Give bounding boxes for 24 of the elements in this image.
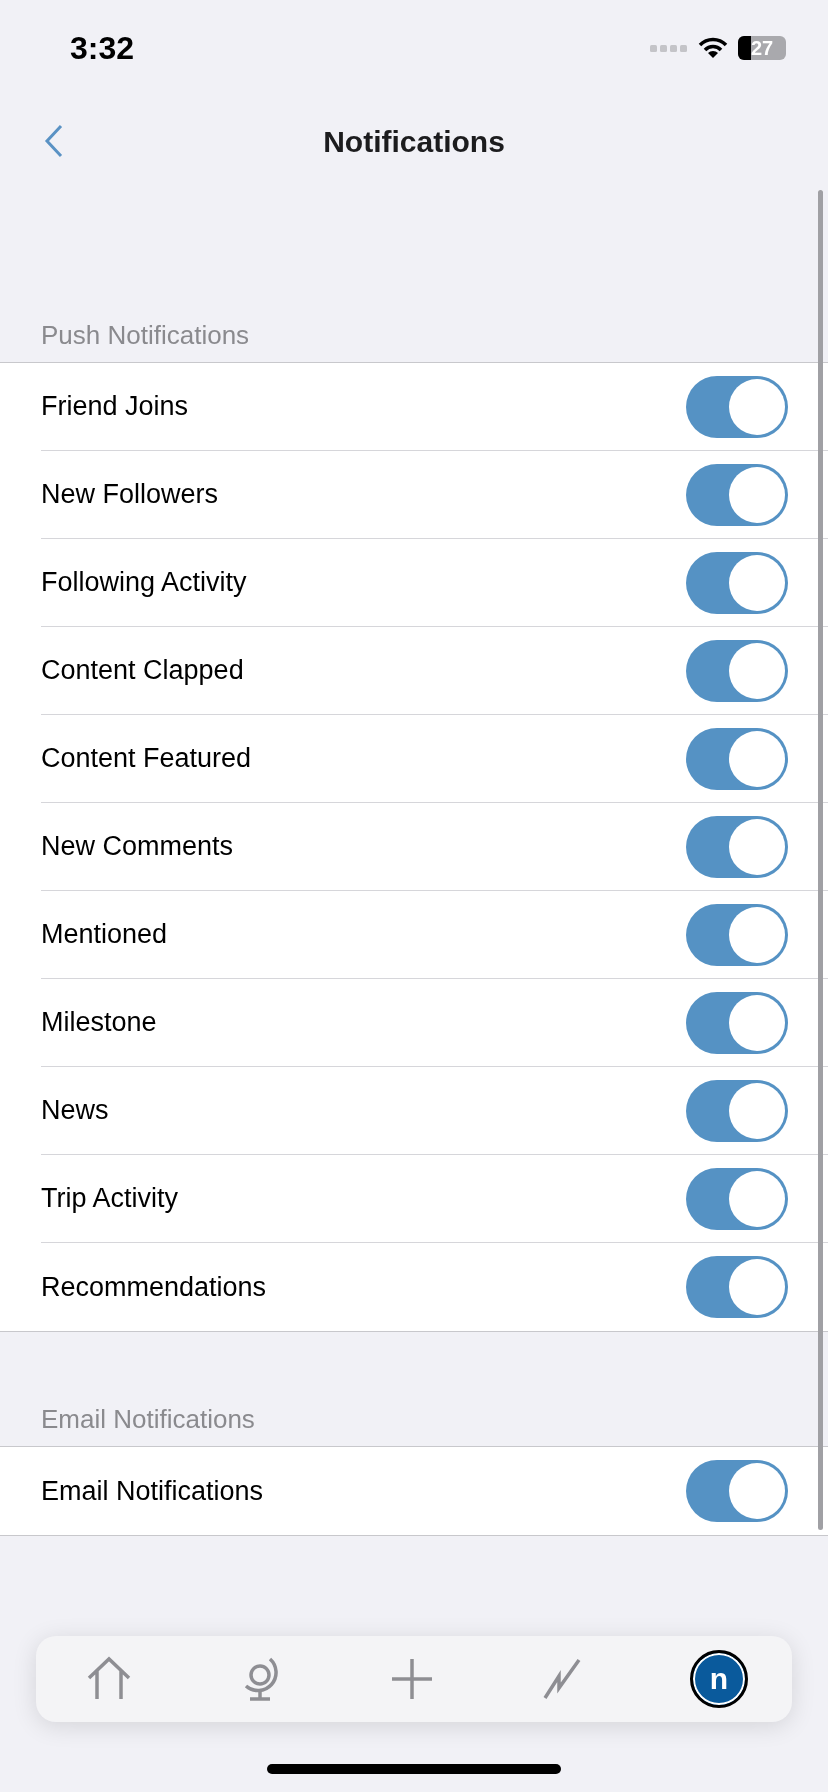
home-icon[interactable] <box>86 1656 132 1702</box>
back-button[interactable] <box>44 124 64 158</box>
status-time: 3:32 <box>70 29 135 67</box>
signal-icon <box>650 43 688 53</box>
profile-avatar[interactable]: n <box>690 1650 748 1708</box>
setting-label: Milestone <box>41 1007 157 1038</box>
setting-label: Friend Joins <box>41 391 189 422</box>
setting-label: Content Clapped <box>41 655 244 686</box>
setting-label: Mentioned <box>41 919 168 950</box>
section-header: Push Notifications <box>40 320 251 352</box>
setting-label: Recommendations <box>41 1271 267 1303</box>
setting-label: Email Notifications <box>41 1475 264 1507</box>
section-header: Email Notifications <box>40 1404 256 1436</box>
activity-icon[interactable] <box>542 1658 581 1700</box>
battery-indicator: 27 <box>738 36 786 60</box>
setting-label: Trip Activity <box>41 1183 179 1214</box>
wifi-icon <box>698 37 728 59</box>
setting-label: New Followers <box>41 479 219 510</box>
add-icon[interactable] <box>391 1658 433 1700</box>
nav-title: Notifications <box>323 125 505 159</box>
setting-label: Following Activity <box>41 567 247 598</box>
setting-label: News <box>41 1095 109 1126</box>
setting-label: New Comments <box>41 831 234 862</box>
setting-label: Content Featured <box>41 743 252 774</box>
